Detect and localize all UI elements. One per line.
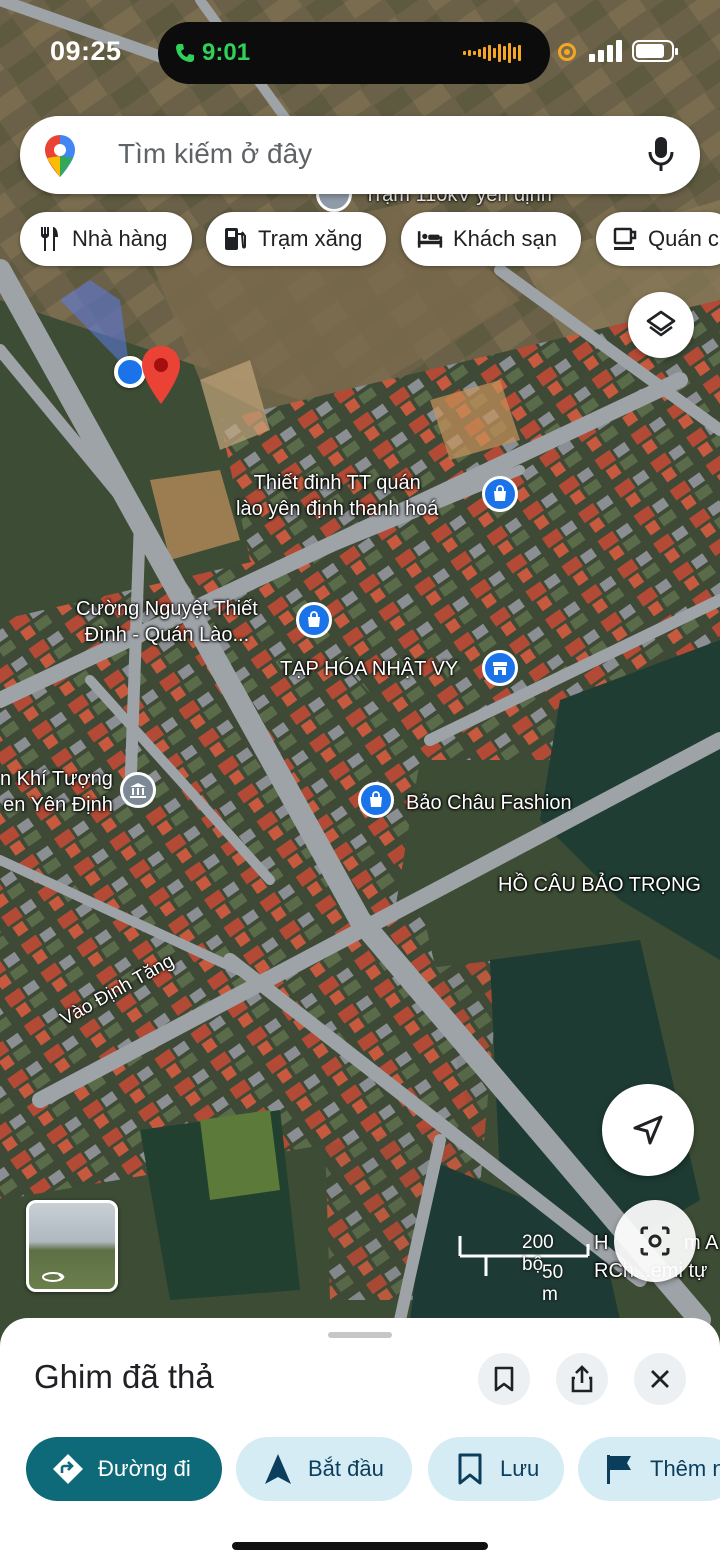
- map-label-line: lào yên định thanh hoá: [236, 498, 439, 520]
- home-indicator[interactable]: [232, 1542, 488, 1550]
- lens-camera-button[interactable]: [614, 1200, 696, 1282]
- bookmark-icon: [452, 1451, 488, 1487]
- fork-knife-icon: [36, 226, 62, 252]
- cellular-signal-icon: [589, 40, 622, 62]
- layers-button[interactable]: [628, 292, 694, 358]
- audio-wave-icon: [463, 43, 521, 63]
- map-label-line: Thiết đinh TT quán: [253, 472, 421, 494]
- navigation-arrow-icon: [633, 1115, 663, 1145]
- save-label: Lưu: [500, 1456, 540, 1481]
- sheet-title: Ghim đã thả: [34, 1358, 214, 1395]
- chip-label: Khách sạn: [453, 226, 557, 251]
- chip-hotels[interactable]: Khách sạn: [401, 212, 581, 266]
- start-label: Bắt đầu: [308, 1456, 384, 1481]
- bed-icon: [417, 226, 443, 252]
- street-view-thumbnail[interactable]: [26, 1200, 118, 1292]
- map-label-thiet-dinh[interactable]: Thiết đinh TT quán lào yên định thanh ho…: [236, 470, 438, 522]
- map-label-tap-hoa[interactable]: TẠP HÓA NHẬT VY: [280, 656, 458, 682]
- chip-restaurants[interactable]: Nhà hàng: [20, 212, 192, 266]
- search-bar[interactable]: Tìm kiếm ở đây: [20, 116, 700, 194]
- map-label-cuong-nguyet[interactable]: Cường Nguyệt Thiết Đình - Quán Lào...: [76, 596, 258, 648]
- share-button[interactable]: [556, 1353, 608, 1405]
- add-label: Thêm n: [650, 1456, 720, 1481]
- government-building-icon[interactable]: [120, 772, 156, 808]
- map-label-line: Cường Nguyệt Thiết: [76, 598, 258, 620]
- navigation-arrow-icon: [260, 1451, 296, 1487]
- battery-icon: [632, 40, 678, 62]
- call-duration: 9:01: [202, 39, 251, 66]
- map-label-line: en Yên Định: [3, 794, 113, 816]
- dropped-pin-icon[interactable]: [140, 344, 182, 406]
- map-label-ho-cau[interactable]: HỒ CÂU BẢO TRỌNG: [498, 872, 701, 898]
- shopping-bag-icon[interactable]: [358, 782, 394, 818]
- directions-label: Đường đi: [98, 1456, 191, 1481]
- recenter-location-button[interactable]: [602, 1084, 694, 1176]
- coffee-cup-icon: [612, 226, 638, 252]
- flag-icon: [602, 1451, 638, 1487]
- chip-coffee[interactable]: Quán c: [596, 212, 720, 266]
- layers-icon: [646, 310, 676, 337]
- save-bookmark-button[interactable]: [478, 1353, 530, 1405]
- category-chips: Nhà hàng Trạm xăng Khách sạn Quán c: [0, 212, 720, 268]
- map-label-bao-chau[interactable]: Bảo Châu Fashion: [406, 790, 572, 816]
- chip-label: Quán c: [648, 226, 719, 251]
- sheet-drag-handle[interactable]: [328, 1332, 392, 1338]
- call-indicator: 9:01: [174, 39, 250, 67]
- microphone-icon[interactable]: [648, 136, 674, 172]
- shopping-bag-icon[interactable]: [482, 476, 518, 512]
- save-button[interactable]: Lưu: [428, 1437, 564, 1501]
- place-bottom-sheet[interactable]: Ghim đã thả Đường đi Bắt đầu Lưu Thêm n: [0, 1318, 720, 1564]
- start-navigation-button[interactable]: Bắt đầu: [236, 1437, 412, 1501]
- rotate-360-icon: [42, 1272, 65, 1282]
- lens-camera-icon: [640, 1226, 670, 1256]
- chip-label: Nhà hàng: [72, 226, 168, 251]
- map-label-line: Đình - Quán Lào...: [84, 624, 250, 646]
- map-label-khi-tuong[interactable]: n Khí Tượng en Yên Định: [0, 766, 113, 818]
- add-label-button[interactable]: Thêm n: [578, 1437, 720, 1501]
- mic-in-use-indicator: [558, 43, 576, 61]
- gas-pump-icon: [222, 226, 248, 252]
- directions-icon: [50, 1451, 86, 1487]
- share-icon: [571, 1365, 593, 1393]
- map-label-line: n Khí Tượng: [0, 768, 113, 790]
- close-button[interactable]: [634, 1353, 686, 1405]
- google-maps-logo-icon: [45, 135, 75, 177]
- status-time: 09:25: [50, 36, 122, 66]
- bookmark-icon: [494, 1366, 514, 1392]
- dynamic-island[interactable]: 9:01: [158, 22, 550, 84]
- phone-icon: [176, 44, 194, 62]
- status-bar: 09:25 9:01: [0, 0, 720, 100]
- search-input[interactable]: Tìm kiếm ở đây: [118, 138, 312, 170]
- close-icon: [651, 1370, 669, 1388]
- directions-button[interactable]: Đường đi: [26, 1437, 222, 1501]
- chip-label: Trạm xăng: [258, 226, 363, 251]
- store-icon[interactable]: [482, 650, 518, 686]
- chip-gas-stations[interactable]: Trạm xăng: [206, 212, 386, 266]
- shopping-bag-icon[interactable]: [296, 602, 332, 638]
- scale-meters: 50 m: [542, 1262, 564, 1305]
